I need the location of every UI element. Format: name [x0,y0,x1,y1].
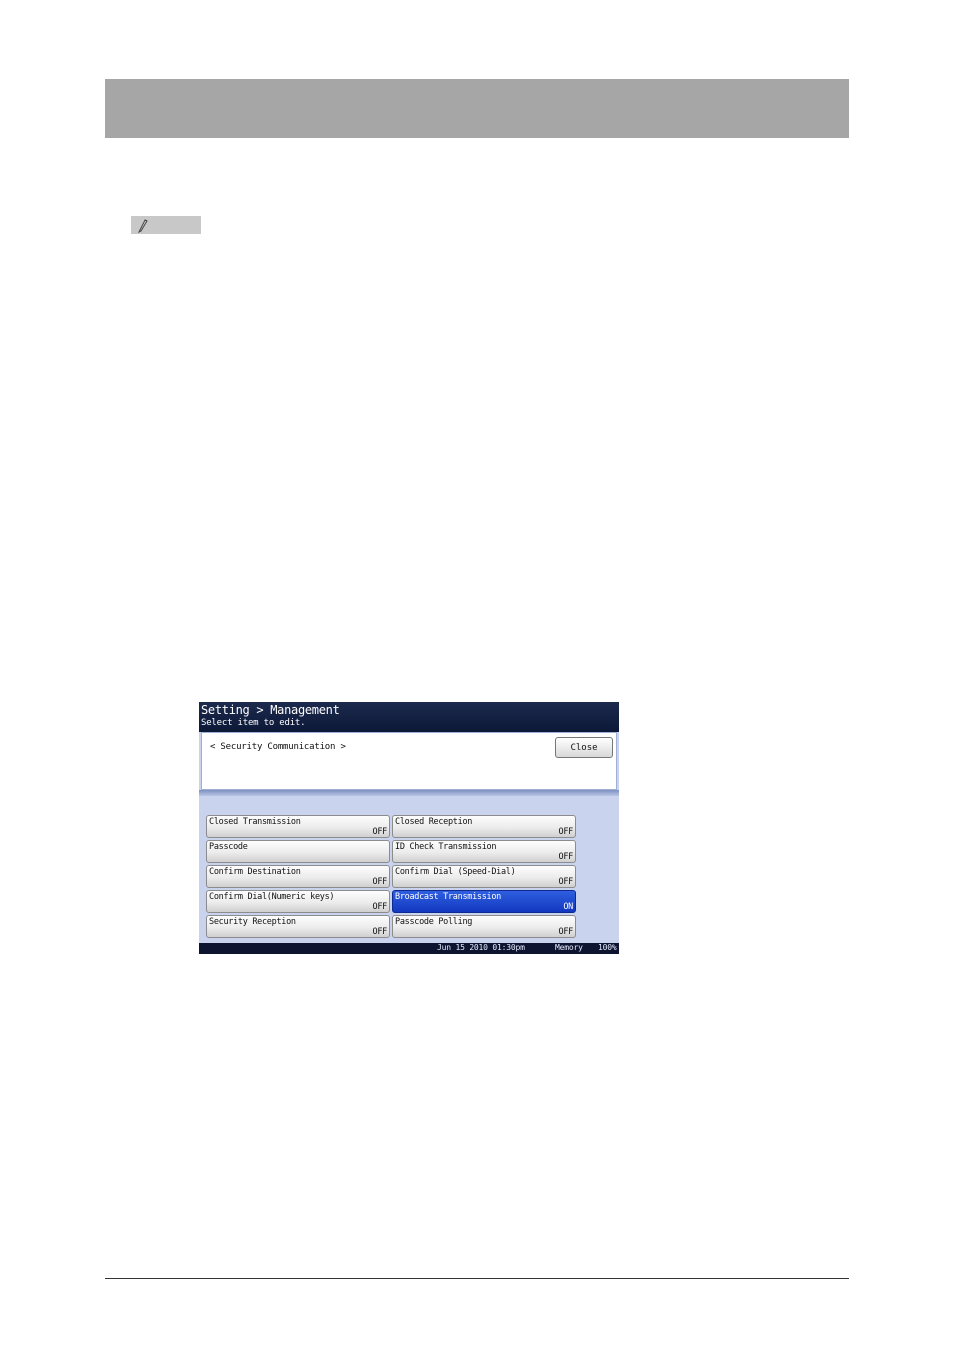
status-bar: Jun 15 2010 01:30pm Memory 100% [199,943,619,954]
option-label: Confirm Dial (Speed-Dial) [395,867,516,877]
option-passcode[interactable]: Passcode [206,840,390,863]
option-closed-reception[interactable]: Closed Reception OFF [392,815,576,838]
option-label: Closed Transmission [209,817,301,827]
option-security-reception[interactable]: Security Reception OFF [206,915,390,938]
option-value: OFF [558,927,574,937]
option-label: Closed Reception [395,817,473,827]
pencil-icon [137,219,148,233]
status-memory-label: Memory [555,943,583,952]
footer-rule [105,1278,849,1279]
option-value: OFF [372,877,388,887]
option-value: OFF [372,827,388,837]
option-value: OFF [372,927,388,937]
option-label: Passcode Polling [395,917,473,927]
option-label: Broadcast Transmission [395,892,501,902]
option-label: Passcode [209,842,248,852]
note-badge [131,216,201,234]
option-confirm-destination[interactable]: Confirm Destination OFF [206,865,390,888]
page-header-bar [105,79,849,138]
option-confirm-dial-speed-dial[interactable]: Confirm Dial (Speed-Dial) OFF [392,865,576,888]
option-value: ON [563,902,573,912]
option-confirm-dial-numeric-keys[interactable]: Confirm Dial(Numeric keys) OFF [206,890,390,913]
option-id-check-transmission[interactable]: ID Check Transmission OFF [392,840,576,863]
option-closed-transmission[interactable]: Closed Transmission OFF [206,815,390,838]
options-grid: Closed Transmission OFF Closed Reception… [199,702,619,954]
option-label: Confirm Dial(Numeric keys) [209,892,335,902]
option-value: OFF [558,877,574,887]
status-memory-value: 100% [598,943,617,952]
option-broadcast-transmission[interactable]: Broadcast Transmission ON [392,890,576,913]
status-datetime: Jun 15 2010 01:30pm [437,943,525,952]
option-value: OFF [558,852,574,862]
option-label: Security Reception [209,917,296,927]
option-value: OFF [372,902,388,912]
option-value: OFF [558,827,574,837]
option-label: Confirm Destination [209,867,301,877]
option-label: ID Check Transmission [395,842,497,852]
device-panel-screenshot: Setting > Management Select item to edit… [199,702,619,954]
option-passcode-polling[interactable]: Passcode Polling OFF [392,915,576,938]
